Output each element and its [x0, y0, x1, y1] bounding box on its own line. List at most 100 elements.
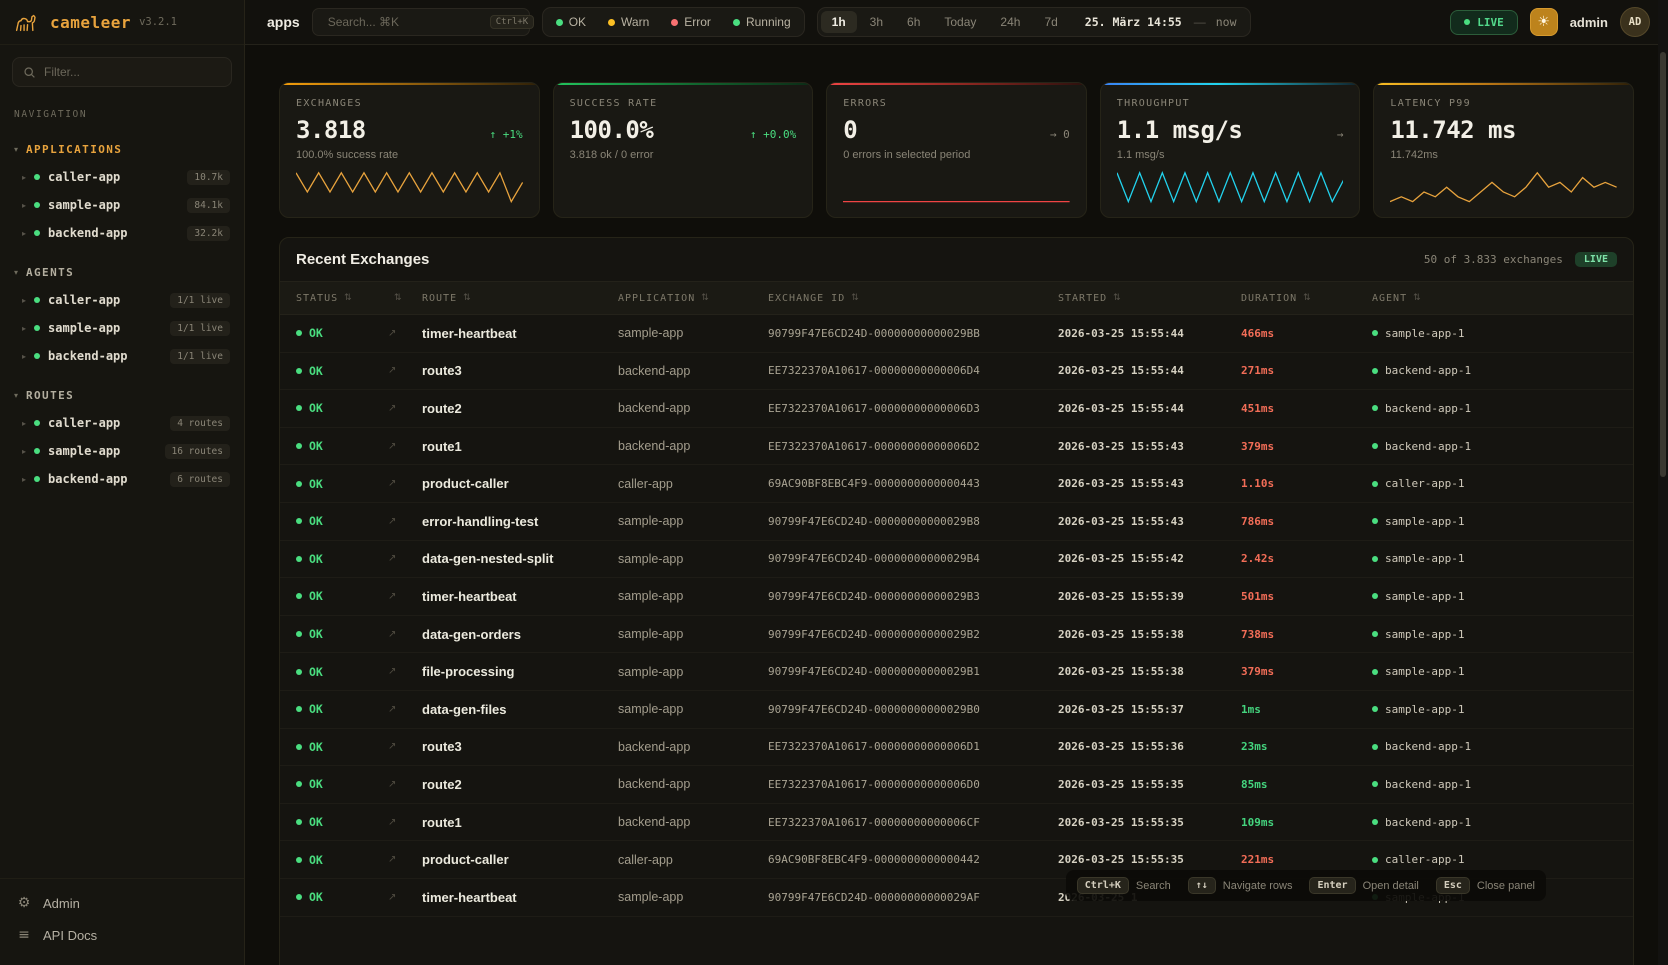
open-row-icon[interactable]: ↗ — [388, 854, 422, 865]
route-cell: route1 — [422, 815, 618, 830]
time-range-button[interactable]: 3h — [859, 11, 894, 33]
table-row[interactable]: OK ↗ error-handling-test sample-app 9079… — [280, 503, 1633, 541]
table-row[interactable]: OK ↗ route2 backend-app EE7322370A10617-… — [280, 390, 1633, 428]
time-range-button[interactable]: 7d — [1033, 11, 1068, 33]
sparkline-chart — [570, 168, 797, 204]
application-cell: caller-app — [618, 477, 768, 491]
column-header[interactable]: APPLICATION⇅ — [618, 293, 768, 304]
exchange-id-cell: 90799F47E6CD24D-00000000000029B4 — [768, 552, 1058, 565]
status-filter-chip[interactable]: OK — [546, 11, 596, 33]
sidebar-item[interactable]: ▸ sample-app 84.1k — [0, 191, 244, 219]
status-filter-chip[interactable]: Warn — [598, 11, 659, 33]
sidebar-item-api-docs[interactable]: ≡ API Docs — [0, 919, 244, 951]
table-row[interactable]: OK ↗ file-processing sample-app 90799F47… — [280, 653, 1633, 691]
live-toggle[interactable]: LIVE — [1450, 10, 1518, 35]
sidebar-item[interactable]: ▸ caller-app 10.7k — [0, 163, 244, 191]
time-range-button[interactable]: 1h — [821, 11, 857, 33]
agent-status-dot — [1372, 593, 1378, 599]
sidebar-section-header[interactable]: ▾ AGENTS — [0, 261, 244, 284]
column-header[interactable]: EXCHANGE ID⇅ — [768, 293, 1058, 304]
search-input[interactable] — [328, 15, 483, 29]
stat-accent-strip — [280, 83, 539, 85]
sidebar-item[interactable]: ▸ backend-app 6 routes — [0, 465, 244, 493]
column-header[interactable]: STARTED⇅ — [1058, 293, 1241, 304]
status-filter-chip[interactable]: Error — [661, 11, 721, 33]
sidebar-item[interactable]: ▸ sample-app 16 routes — [0, 437, 244, 465]
open-row-icon[interactable]: ↗ — [388, 328, 422, 339]
agent-cell: backend-app-1 — [1372, 440, 1617, 453]
column-header[interactable]: ⇅ — [388, 293, 422, 303]
status-dot — [296, 781, 302, 787]
sidebar-item[interactable]: ▸ caller-app 1/1 live — [0, 286, 244, 314]
table-row[interactable]: OK ↗ product-caller caller-app 69AC90BF8… — [280, 465, 1633, 503]
sidebar-item[interactable]: ▸ sample-app 1/1 live — [0, 314, 244, 342]
sidebar-section-header[interactable]: ▾ APPLICATIONS — [0, 138, 244, 161]
open-row-icon[interactable]: ↗ — [388, 591, 422, 602]
open-row-icon[interactable]: ↗ — [388, 704, 422, 715]
open-row-icon[interactable]: ↗ — [388, 516, 422, 527]
sidebar-section-label: ROUTES — [26, 389, 74, 402]
duration-cell: 379ms — [1241, 440, 1372, 453]
stat-label: THROUGHPUT — [1117, 98, 1344, 109]
kbd-chip: Esc — [1436, 877, 1470, 894]
column-header[interactable]: AGENT⇅ — [1372, 293, 1617, 304]
stat-card: THROUGHPUT 1.1 msg/s → 1.1 msg/s — [1100, 82, 1361, 218]
recent-exchanges-panel: Recent Exchanges 50 of 3.833 exchanges L… — [279, 237, 1634, 965]
table-row[interactable]: OK ↗ timer-heartbeat sample-app 90799F47… — [280, 578, 1633, 616]
sidebar-filter[interactable] — [12, 57, 232, 87]
status-dot — [296, 593, 302, 599]
filter-input[interactable] — [44, 65, 221, 79]
time-range-button[interactable]: Today — [933, 11, 987, 33]
open-row-icon[interactable]: ↗ — [388, 817, 422, 828]
open-row-icon[interactable]: ↗ — [388, 365, 422, 376]
open-row-icon[interactable]: ↗ — [388, 666, 422, 677]
table-row[interactable]: OK ↗ data-gen-nested-split sample-app 90… — [280, 541, 1633, 579]
open-row-icon[interactable]: ↗ — [388, 403, 422, 414]
status-cell: OK — [296, 853, 388, 867]
column-header[interactable]: DURATION⇅ — [1241, 293, 1372, 304]
scrollbar-track[interactable] — [1658, 0, 1668, 965]
table-row[interactable]: OK ↗ route1 backend-app EE7322370A10617-… — [280, 804, 1633, 842]
status-cell: OK — [296, 552, 388, 566]
column-header[interactable]: ROUTE⇅ — [422, 293, 618, 304]
open-row-icon[interactable]: ↗ — [388, 441, 422, 452]
sidebar-section-header[interactable]: ▾ ROUTES — [0, 384, 244, 407]
column-header[interactable]: STATUS⇅ — [296, 293, 388, 304]
stat-card: LATENCY P99 11.742 ms 11.742ms — [1373, 82, 1634, 218]
open-row-icon[interactable]: ↗ — [388, 553, 422, 564]
table-row[interactable]: OK ↗ route3 backend-app EE7322370A10617-… — [280, 353, 1633, 391]
global-search[interactable]: Ctrl+K — [312, 8, 530, 36]
topbar: apps Ctrl+K OK Warn Error Running 1h 3h … — [245, 0, 1668, 45]
stat-value: 100.0% — [570, 116, 654, 144]
open-row-icon[interactable]: ↗ — [388, 892, 422, 903]
sidebar: cameleer v3.2.1 NAVIGATION ▾ APPLICATION… — [0, 0, 245, 965]
table-row[interactable]: OK ↗ route1 backend-app EE7322370A10617-… — [280, 428, 1633, 466]
open-row-icon[interactable]: ↗ — [388, 741, 422, 752]
status-filter-label: Error — [684, 15, 711, 29]
stat-card: EXCHANGES 3.818 ↑ +1% 100.0% success rat… — [279, 82, 540, 218]
scrollbar-thumb[interactable] — [1660, 52, 1666, 477]
avatar[interactable]: AD — [1620, 7, 1650, 37]
agent-cell: caller-app-1 — [1372, 853, 1617, 866]
sidebar-item[interactable]: ▸ backend-app 1/1 live — [0, 342, 244, 370]
started-cell: 2026-03-25 15:55:43 — [1058, 477, 1241, 490]
open-row-icon[interactable]: ↗ — [388, 478, 422, 489]
application-cell: sample-app — [618, 890, 768, 904]
table-row[interactable]: OK ↗ data-gen-orders sample-app 90799F47… — [280, 616, 1633, 654]
table-row[interactable]: OK ↗ data-gen-files sample-app 90799F47E… — [280, 691, 1633, 729]
open-row-icon[interactable]: ↗ — [388, 629, 422, 640]
table-row[interactable]: OK ↗ route2 backend-app EE7322370A10617-… — [280, 766, 1633, 804]
table-row[interactable]: OK ↗ timer-heartbeat sample-app 90799F47… — [280, 315, 1633, 353]
time-range-button[interactable]: 6h — [896, 11, 931, 33]
range-now-label[interactable]: now — [1208, 15, 1247, 29]
table-row[interactable]: OK ↗ route3 backend-app EE7322370A10617-… — [280, 729, 1633, 767]
sidebar-item[interactable]: ▸ caller-app 4 routes — [0, 409, 244, 437]
status-filter-chip[interactable]: Running — [723, 11, 801, 33]
sidebar-item[interactable]: ▸ backend-app 32.2k — [0, 219, 244, 247]
theme-toggle-button[interactable]: ☀ — [1530, 8, 1558, 36]
sidebar-item-admin[interactable]: ⚙ Admin — [0, 887, 244, 919]
time-range-button[interactable]: 24h — [989, 11, 1031, 33]
live-label: LIVE — [1477, 16, 1504, 29]
open-row-icon[interactable]: ↗ — [388, 779, 422, 790]
keyboard-hints-bar: Ctrl+K Search ↑↓ Navigate rows Enter Ope… — [1066, 870, 1546, 901]
